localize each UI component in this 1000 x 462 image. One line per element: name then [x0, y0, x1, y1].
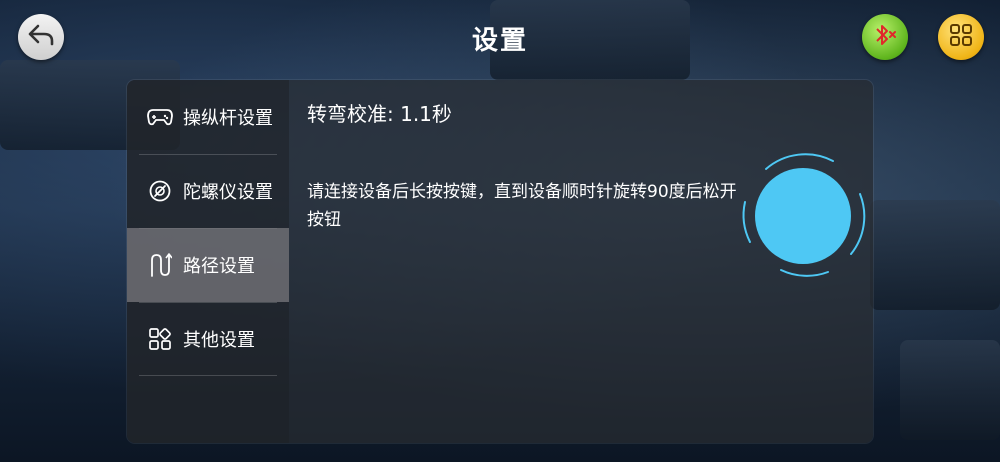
divider — [139, 375, 277, 376]
background-ship — [900, 340, 1000, 440]
sidebar-item-label: 陀螺仪设置 — [183, 182, 273, 203]
bluetooth-button[interactable] — [862, 14, 908, 60]
path-settings-content: 转弯校准: 1.1秒 请连接设备后长按按键，直到设备顺时针旋转90度后松开按钮 — [289, 80, 873, 443]
sidebar-item-label: 操纵杆设置 — [183, 108, 273, 129]
calibration-instruction: 请连接设备后长按按键，直到设备顺时针旋转90度后松开按钮 — [307, 182, 737, 230]
settings-sidebar: 操纵杆设置 陀螺仪设置 路径设置 其他设置 — [127, 80, 289, 443]
sidebar-item-joystick[interactable]: 操纵杆设置 — [127, 80, 289, 154]
calibration-button[interactable] — [733, 146, 873, 286]
apps-icon — [147, 326, 173, 352]
gyroscope-icon — [147, 178, 173, 204]
bluetooth-disconnected-icon — [871, 21, 899, 53]
sidebar-item-path[interactable]: 路径设置 — [127, 228, 289, 302]
grid-menu-icon — [948, 22, 974, 52]
sidebar-item-label: 其他设置 — [183, 330, 255, 351]
page-title: 设置 — [471, 26, 528, 56]
menu-button[interactable] — [938, 14, 984, 60]
background-ship — [870, 200, 1000, 310]
turn-calibration-value: 转弯校准: 1.1秒 — [307, 102, 452, 126]
sidebar-item-label: 路径设置 — [183, 256, 255, 277]
sidebar-item-gyroscope[interactable]: 陀螺仪设置 — [127, 154, 289, 228]
sidebar-item-other[interactable]: 其他设置 — [127, 302, 289, 376]
path-icon — [147, 252, 173, 278]
settings-panel: 操纵杆设置 陀螺仪设置 路径设置 其他设置 转弯校准: 1.1秒 请连接设备后长… — [127, 80, 873, 443]
gamepad-icon — [147, 104, 173, 130]
